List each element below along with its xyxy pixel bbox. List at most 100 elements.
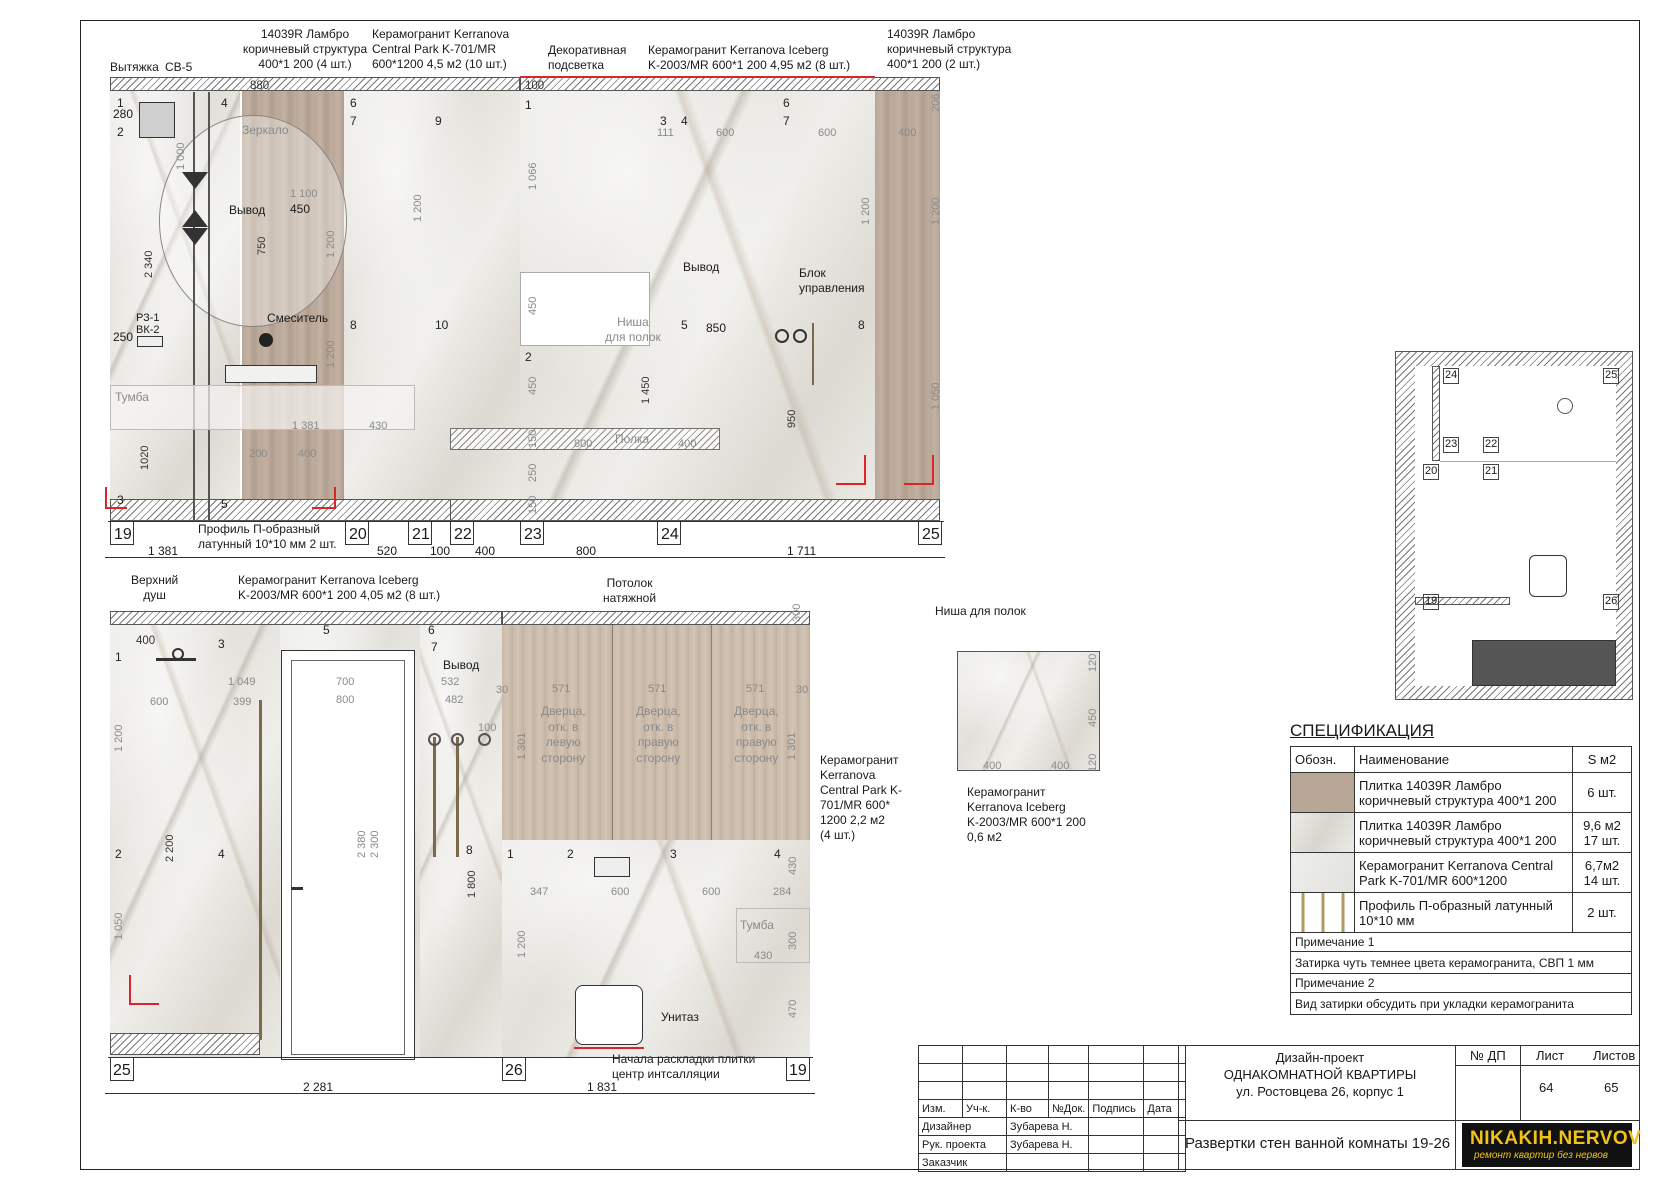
spec-swatch-4 <box>1290 892 1355 933</box>
tb-col-uch: Уч-к. <box>962 1099 1007 1118</box>
dim-1200-c: 1 200 <box>325 340 337 368</box>
axis-23: 23 <box>524 526 542 543</box>
num-w1-3: 3 <box>117 493 124 507</box>
dim-450b-w2: 450 <box>527 376 539 395</box>
dim-30a: 30 <box>496 684 509 696</box>
mixer-icon <box>259 333 273 347</box>
brass-profile-3 <box>259 700 262 1040</box>
ceiling-hatch-3 <box>110 611 502 625</box>
dim-600a-w4: 600 <box>611 886 630 898</box>
label-vyvod-3: Вывод <box>443 658 480 672</box>
spec-qty-3: 6,7м2 14 шт. <box>1572 852 1632 893</box>
ceiling-hatch-2 <box>520 77 940 91</box>
dim-532: 532 <box>441 676 460 688</box>
num-w1-1: 1 <box>117 96 124 110</box>
spec-swatch-2 <box>1290 812 1355 853</box>
axis-19b: 19 <box>789 1062 807 1079</box>
tb-h-ndp: № ДП <box>1470 1048 1506 1063</box>
dim-1200-w3: 1 200 <box>113 724 125 752</box>
tb-role-2: Рук. проекта <box>918 1135 1007 1154</box>
dim-axis-800: 800 <box>576 544 597 558</box>
dim-1049: 1 049 <box>228 676 256 688</box>
tb-divider-2 <box>1455 1045 1456 1120</box>
num-w4-4: 4 <box>774 847 781 861</box>
num-w4-3: 3 <box>670 847 677 861</box>
tb-h-list: Лист <box>1536 1048 1565 1063</box>
decor-light-line <box>520 76 875 78</box>
dim-niche-400a: 400 <box>983 760 1002 772</box>
label-decor-light: Декоративная подсветка <box>548 43 627 72</box>
dim-niche-120b: 120 <box>1087 753 1099 772</box>
door-label-3: Дверца, отк. в правую сторону <box>734 704 779 765</box>
dim-niche-120a: 120 <box>1087 653 1099 672</box>
triangle-marker-3 <box>182 228 208 245</box>
dim-1066: 1 066 <box>527 162 539 190</box>
spec-note1: Примечание 1 <box>1290 932 1632 952</box>
num-w1-7: 7 <box>350 114 357 128</box>
dim-800-w2: 800 <box>574 438 593 450</box>
red-arrow-h4 <box>904 483 934 485</box>
spec-h-area: S м2 <box>1572 746 1632 773</box>
red-arrow-h1 <box>105 507 127 509</box>
tb-h-listov: Листов <box>1593 1048 1636 1063</box>
dim-400-w2: 400 <box>678 438 697 450</box>
flush-button <box>594 857 630 877</box>
num-w1-5: 5 <box>221 497 228 511</box>
axis-20: 20 <box>349 526 367 543</box>
dim-30b: 30 <box>796 684 809 696</box>
dim-1301a: 1 301 <box>516 732 528 760</box>
tb-col-kvo: К-во <box>1006 1099 1049 1118</box>
door-label-1: Дверца, отк. в левую сторону <box>541 704 586 765</box>
tb-sheet-title: Развертки стен ванной комнаты 19-26 <box>1185 1135 1451 1152</box>
num-w2-4: 4 <box>681 114 688 128</box>
label-niche-ceramic: Керамогранит Kerranova Iceberg K-2003/MR 6… <box>967 785 1086 844</box>
num-w4-1: 1 <box>507 847 514 861</box>
plan-pt-23: 23 <box>1443 437 1460 453</box>
num-w2-5: 5 <box>681 318 688 332</box>
dim-600a-w2: 600 <box>716 127 735 139</box>
door-leaf <box>291 660 405 1055</box>
dim-1800: 1 800 <box>466 870 478 898</box>
label-niche: Ниша для полок <box>605 315 661 344</box>
label-unitaz: Унитаз <box>661 1010 699 1024</box>
dim-100-w3: 100 <box>478 722 497 734</box>
cabinet-divider-2 <box>711 625 712 840</box>
label-shower: Верхний душ <box>131 573 179 602</box>
door-w-1: 571 <box>552 683 571 695</box>
num-w2-8: 8 <box>858 318 865 332</box>
dim-axis-400: 400 <box>475 544 496 558</box>
dim-750: 750 <box>256 236 268 255</box>
num-w3-8: 8 <box>466 843 473 857</box>
dim-axis-520: 520 <box>377 544 398 558</box>
spec-name-1: Плитка 14039R Ламбро коричневый структур… <box>1354 772 1573 813</box>
plan-glass-line <box>1440 461 1616 462</box>
label-polka: Полка <box>615 432 650 446</box>
ceiling-hatch-1 <box>110 77 520 91</box>
tb-grid: Изм. Уч-к. К-во №Док. Подпись Дата Дизай… <box>918 1045 1187 1172</box>
dim-1020: 1020 <box>139 445 151 470</box>
axis-19: 19 <box>114 526 132 543</box>
dim-850: 850 <box>706 321 727 335</box>
dim-2300: 2 300 <box>369 830 381 858</box>
label-tumba-1: Тумба <box>115 390 149 404</box>
dim-1831: 1 831 <box>587 1080 618 1094</box>
plan-pt-21: 21 <box>1483 464 1500 480</box>
spec-name-2: Плитка 14039R Ламбро коричневый структур… <box>1354 812 1573 853</box>
label-rz: РЗ-1 ВК-2 <box>136 312 160 337</box>
label-tile-lambro-2: 14039R Ламбро коричневый структура 400*1 2… <box>887 27 1012 71</box>
label-smesitel: Смеситель <box>267 311 329 325</box>
axis-22: 22 <box>454 526 472 543</box>
plan-pt-19: 19 <box>1423 594 1440 610</box>
spec-note2: Примечание 2 <box>1290 973 1632 993</box>
tb-role-3: Заказчик <box>918 1153 1007 1172</box>
dim-400b-w2: 400 <box>898 127 917 139</box>
dim-200: 200 <box>249 448 268 460</box>
dim-1200b-w2: 1 200 <box>930 197 942 225</box>
label-vyvod-1: Вывод <box>229 203 266 217</box>
dim-1200-a: 1 200 <box>325 230 337 258</box>
axis-24: 24 <box>661 526 679 543</box>
ceiling-hatch-4 <box>502 611 810 625</box>
red-arrow-v3 <box>864 455 866 485</box>
valve-1 <box>428 733 441 746</box>
shower-pipe <box>812 323 814 385</box>
